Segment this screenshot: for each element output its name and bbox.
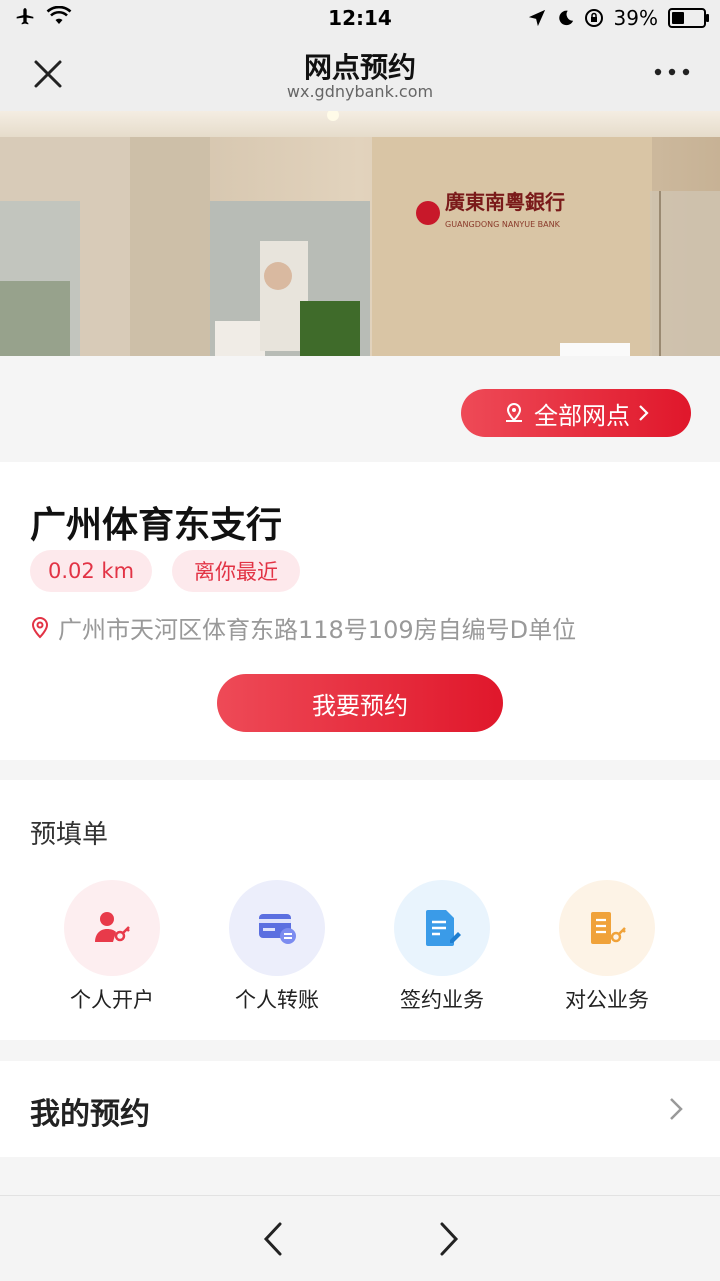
- prefill-section: 预填单 个人开户 个人转账 签约业务 对公业务: [0, 780, 720, 1040]
- service-personal-transfer[interactable]: 个人转账: [207, 880, 347, 1014]
- status-bar: 12:14 39%: [0, 0, 720, 36]
- chevron-right-icon: [670, 1098, 683, 1120]
- banner-logo-text: 廣東南粵銀行: [445, 190, 565, 214]
- my-booking-title: 我的预约: [30, 1097, 150, 1132]
- branch-name: 广州体育东支行: [30, 505, 283, 546]
- banner-logo-subtext: GUANGDONG NANYUE BANK: [445, 220, 561, 229]
- moon-icon: [558, 10, 573, 26]
- page-title: 网点预约: [303, 51, 416, 84]
- all-outlets-button[interactable]: 全部网点: [461, 389, 691, 437]
- service-icon-bg: [559, 880, 655, 976]
- rotation-lock-icon: [584, 9, 603, 27]
- branch-address: 广州市天河区体育东路118号109房自编号D单位: [30, 610, 576, 645]
- service-icon-bg: [64, 880, 160, 976]
- chevron-right-icon: [639, 405, 649, 421]
- map-pin-icon: [506, 402, 522, 422]
- more-icon[interactable]: [652, 62, 692, 82]
- location-arrow-icon: [528, 9, 545, 27]
- service-contract[interactable]: 签约业务: [372, 880, 512, 1014]
- nearest-badge: 离你最近: [172, 550, 300, 592]
- service-corporate[interactable]: 对公业务: [537, 880, 677, 1014]
- status-right: 39%: [528, 6, 709, 30]
- service-icon-bg: [229, 880, 325, 976]
- service-label: 个人开户: [70, 988, 154, 1012]
- page-url: wx.gdnybank.com: [286, 82, 434, 101]
- battery-percent: 39%: [613, 6, 658, 30]
- all-outlets-label: 全部网点: [534, 401, 630, 430]
- person-key-icon: [95, 912, 130, 942]
- service-personal-account[interactable]: 个人开户: [42, 880, 182, 1014]
- service-icon-bg: [394, 880, 490, 976]
- service-label: 个人转账: [235, 988, 319, 1012]
- battery-icon: [668, 8, 709, 28]
- prefill-title: 预填单: [30, 820, 109, 850]
- service-label: 签约业务: [400, 988, 484, 1012]
- book-appointment-button[interactable]: 我要预约: [217, 674, 503, 732]
- distance-badge: 0.02 km: [30, 550, 152, 592]
- back-arrow-icon[interactable]: [258, 1220, 288, 1258]
- location-pin-icon: [31, 616, 49, 638]
- address-text: 广州市天河区体育东路118号109房自编号D单位: [58, 616, 577, 644]
- service-label: 对公业务: [565, 988, 649, 1012]
- building-key-icon: [591, 912, 626, 944]
- branch-photo: 廣東南粵銀行 GUANGDONG NANYUE BANK: [0, 111, 720, 356]
- branch-photo-banner: 廣東南粵銀行 GUANGDONG NANYUE BANK: [0, 111, 720, 356]
- my-booking-row[interactable]: 我的预约: [0, 1061, 720, 1157]
- nav-bar: 网点预约 wx.gdnybank.com: [0, 36, 720, 111]
- forward-arrow-icon[interactable]: [434, 1220, 464, 1258]
- branch-card: 广州体育东支行 0.02 km 离你最近 广州市天河区体育东路118号109房自…: [0, 462, 720, 760]
- card-transfer-icon: [259, 914, 296, 944]
- battery-fill: [672, 12, 684, 24]
- document-sign-icon: [426, 910, 461, 946]
- browser-bottom-bar: [0, 1195, 720, 1281]
